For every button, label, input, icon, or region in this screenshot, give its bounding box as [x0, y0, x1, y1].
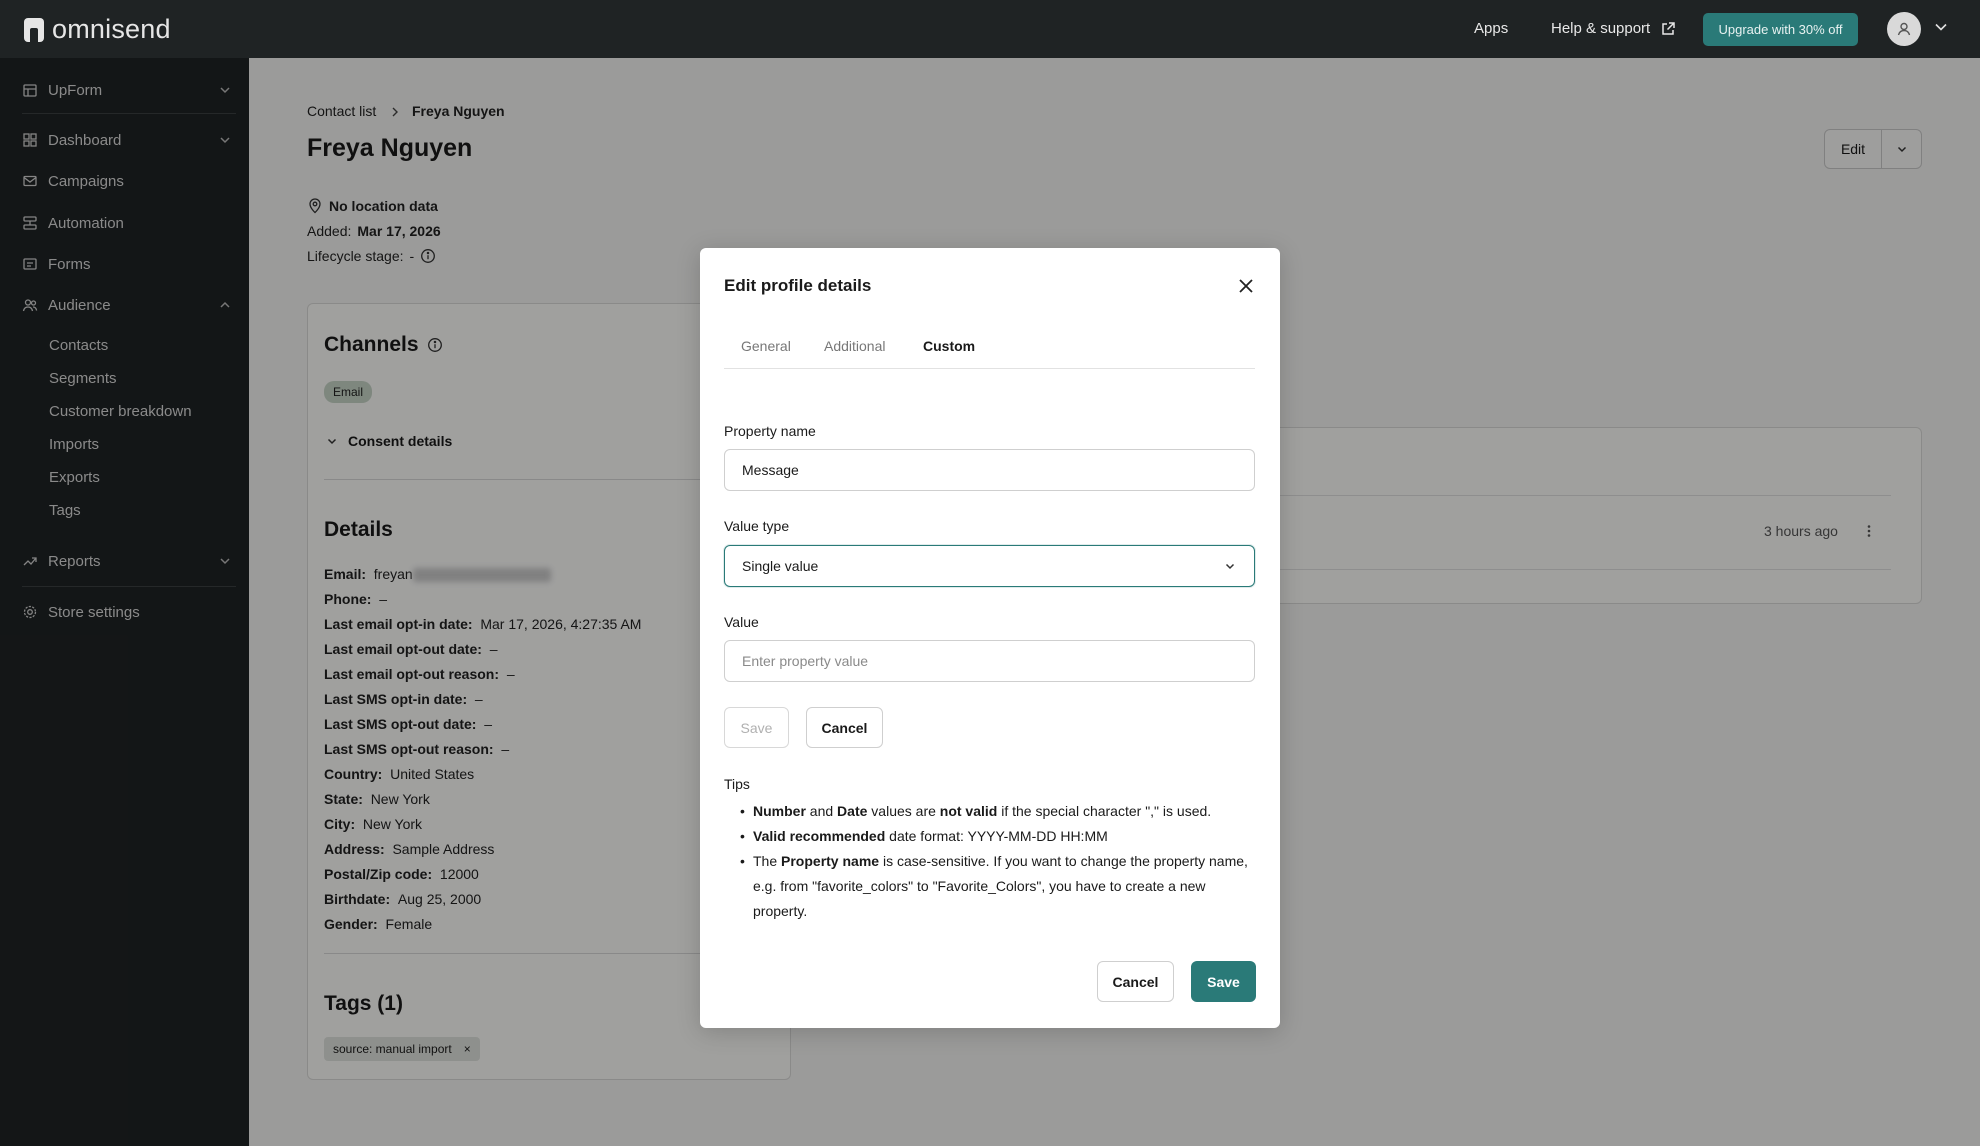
property-name-input[interactable]: Message — [724, 449, 1255, 491]
help-support-link[interactable]: Help & support — [1551, 20, 1676, 37]
top-bar: omnisend Apps Help & support Upgrade wit… — [0, 0, 1980, 58]
modal-title: Edit profile details — [724, 276, 872, 295]
tab-general[interactable]: General — [741, 338, 791, 354]
save-button[interactable]: Save — [1191, 961, 1256, 1002]
cancel-button[interactable]: Cancel — [1097, 961, 1174, 1002]
tip-item: Valid recommended date format: YYYY-MM-D… — [740, 824, 1253, 849]
modal-tabs: General Additional Custom — [724, 327, 1255, 369]
logo-text: omnisend — [52, 14, 171, 44]
value-type-select[interactable]: Single value — [724, 545, 1255, 587]
chevron-down-icon — [1225, 563, 1235, 570]
edit-profile-modal: Edit profile details General Additional … — [700, 248, 1280, 1028]
chevron-down-icon[interactable] — [1934, 20, 1948, 34]
tips-title: Tips — [724, 776, 750, 792]
property-value-input[interactable]: Enter property value — [724, 640, 1255, 682]
logo-icon — [24, 17, 44, 42]
inline-save-button[interactable]: Save — [724, 707, 789, 748]
value-type-selected: Single value — [742, 558, 819, 574]
upgrade-button[interactable]: Upgrade with 30% off — [1703, 13, 1858, 46]
value-label: Value — [724, 614, 759, 630]
user-icon — [1897, 22, 1911, 36]
tip-item: The Property name is case-sensitive. If … — [740, 849, 1253, 924]
property-name-label: Property name — [724, 423, 816, 439]
help-support-label: Help & support — [1551, 20, 1651, 37]
tab-custom[interactable]: Custom — [923, 338, 975, 354]
tip-item: Number and Date values are not valid if … — [740, 799, 1253, 824]
apps-link[interactable]: Apps — [1474, 20, 1508, 37]
avatar[interactable] — [1887, 12, 1921, 46]
value-type-label: Value type — [724, 518, 790, 534]
external-link-icon — [1662, 21, 1675, 35]
omnisend-logo[interactable]: omnisend — [24, 14, 171, 45]
property-name-value: Message — [742, 462, 799, 478]
tips-list: Number and Date values are not valid if … — [740, 799, 1253, 924]
inline-cancel-button[interactable]: Cancel — [806, 707, 883, 748]
tab-additional[interactable]: Additional — [824, 338, 886, 354]
property-value-placeholder: Enter property value — [742, 653, 869, 669]
close-icon[interactable] — [1236, 276, 1256, 296]
